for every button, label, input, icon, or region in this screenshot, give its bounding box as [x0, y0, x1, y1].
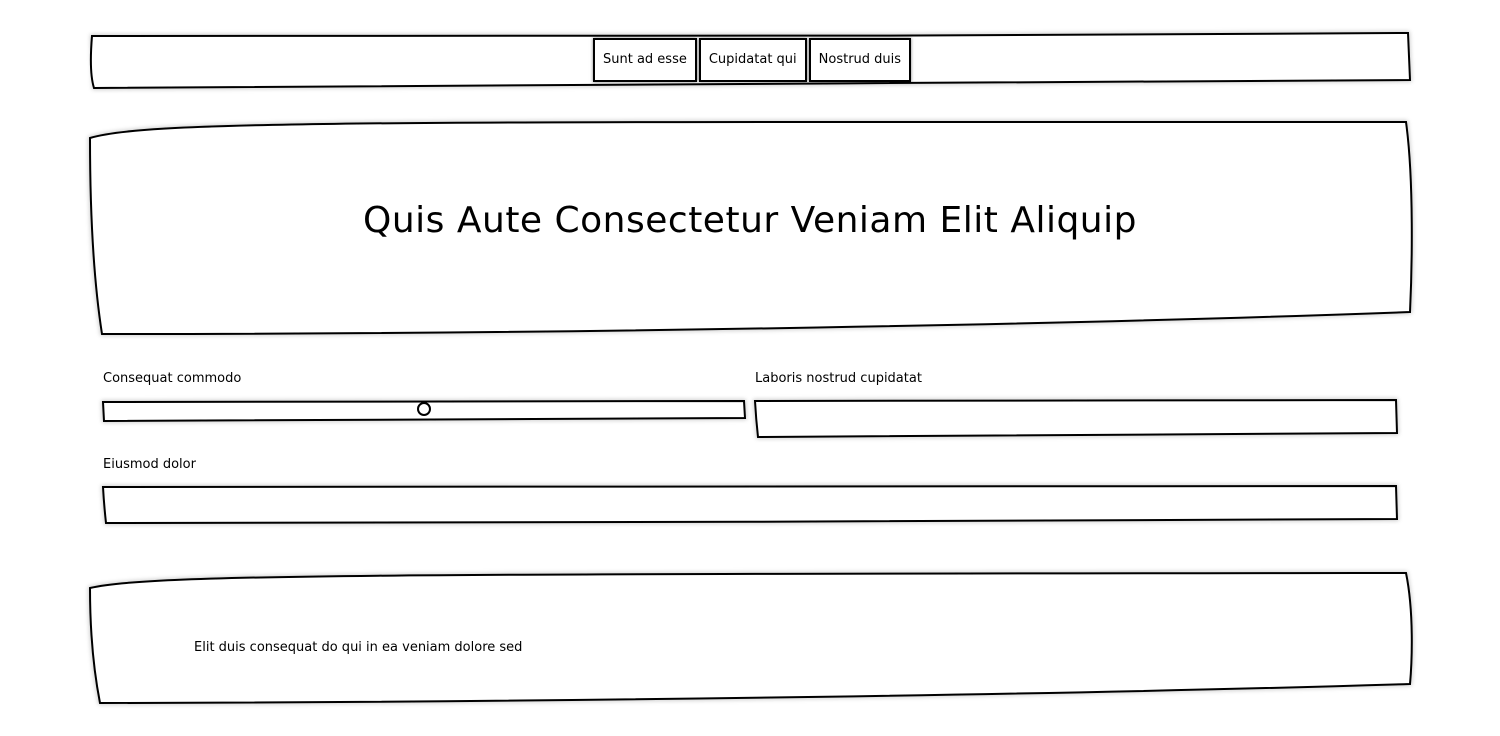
nav-item-cupidatat-qui[interactable]: Cupidatat qui	[698, 38, 807, 82]
nav-button-group: Sunt ad esse Cupidatat qui Nostrud duis	[593, 38, 913, 82]
hero-banner: Quis Aute Consectetur Veniam Elit Aliqui…	[88, 120, 1414, 336]
field1-label: Laboris nostrud cupidatat	[755, 371, 922, 386]
slider-thumb[interactable]	[417, 402, 431, 416]
footer-text: Elit duis consequat do qui in ea veniam …	[194, 640, 523, 655]
page: Sunt ad esse Cupidatat qui Nostrud duis …	[0, 0, 1500, 736]
footer-panel: Elit duis consequat do qui in ea veniam …	[88, 571, 1414, 705]
field2-input[interactable]	[101, 484, 1399, 525]
field1-input[interactable]	[753, 398, 1399, 439]
nav-item-nostrud-duis[interactable]: Nostrud duis	[808, 38, 912, 82]
slider-label: Consequat commodo	[103, 371, 242, 386]
field2-label: Eiusmod dolor	[103, 457, 196, 472]
hero-title: Quis Aute Consectetur Veniam Elit Aliqui…	[363, 200, 1137, 241]
nav-item-sunt-ad-esse[interactable]: Sunt ad esse	[593, 38, 697, 82]
